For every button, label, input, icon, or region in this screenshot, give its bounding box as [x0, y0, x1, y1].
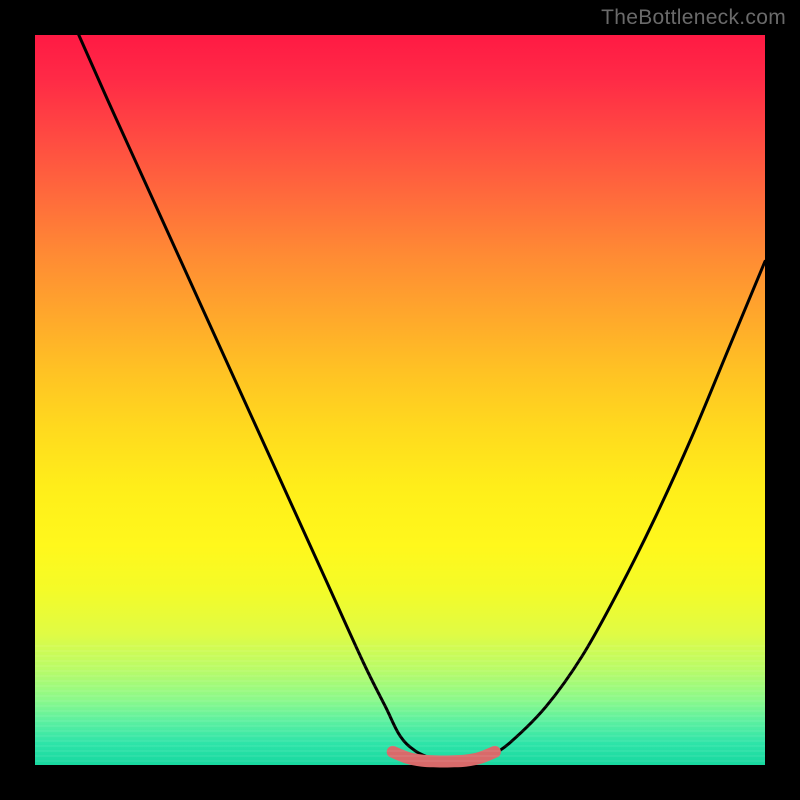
trough-band-path — [393, 752, 495, 762]
right-curve-path — [488, 261, 765, 757]
watermark-text: TheBottleneck.com — [601, 6, 786, 30]
chart-frame: TheBottleneck.com — [0, 0, 800, 800]
left-curve-path — [79, 35, 429, 758]
chart-curves — [35, 35, 765, 765]
plot-area — [35, 35, 765, 765]
